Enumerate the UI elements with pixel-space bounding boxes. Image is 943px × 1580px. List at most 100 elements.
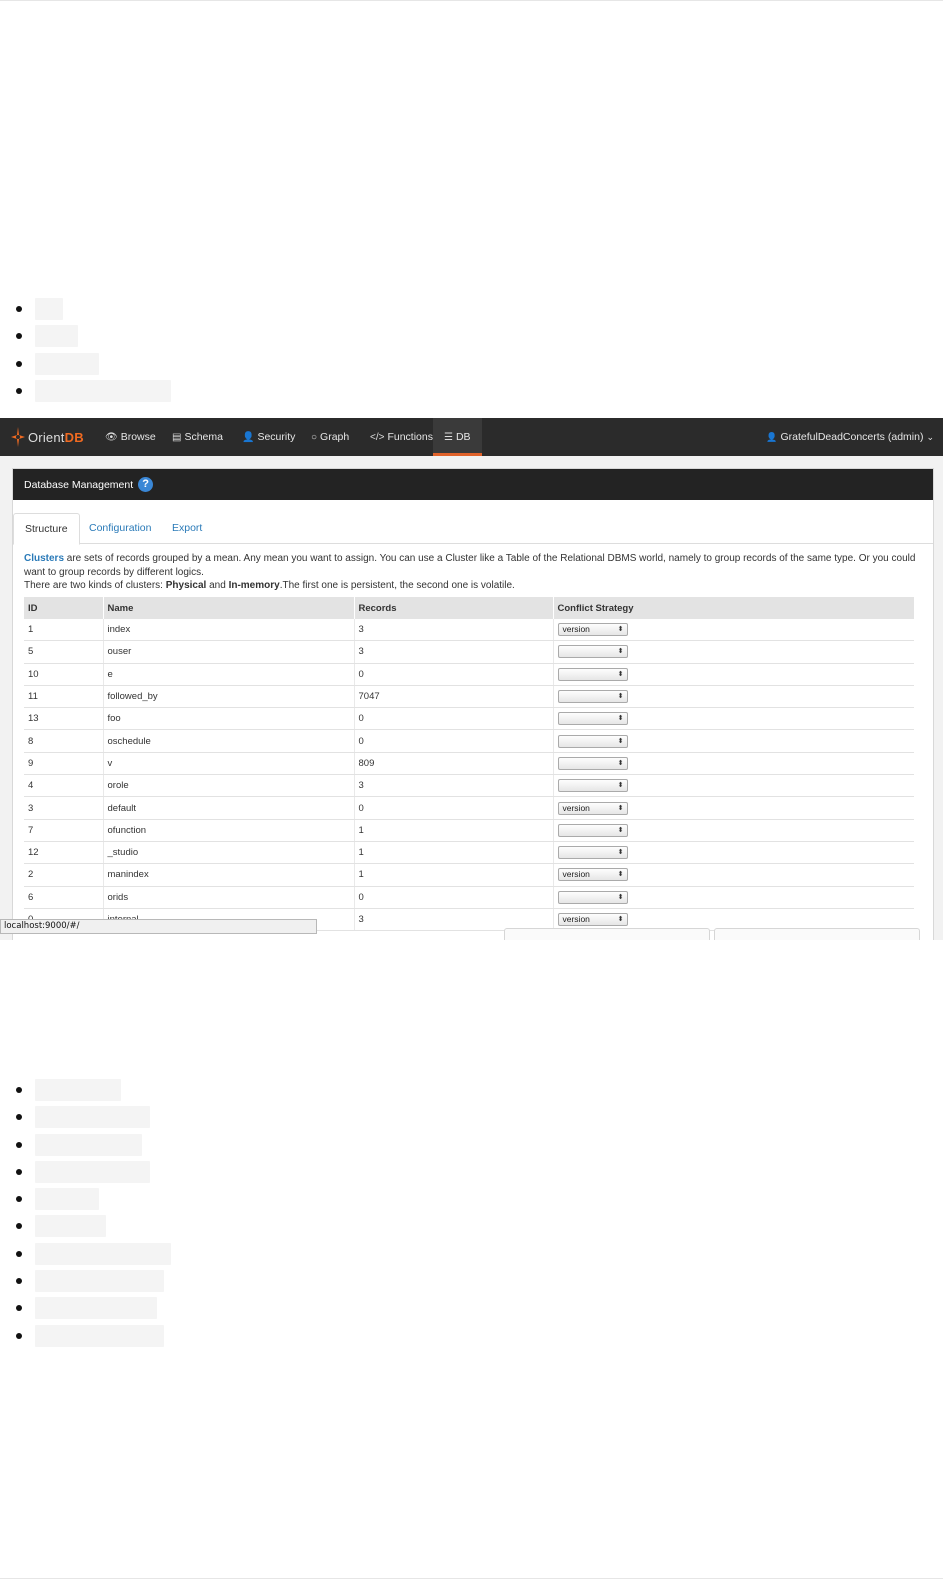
table-row[interactable]: 5 ouser 3 ⬍ — [24, 640, 914, 664]
cell-name: foo — [103, 707, 355, 731]
nav-schema[interactable]: ▤ Schema — [172, 418, 223, 456]
nav-db[interactable]: ☰ DB — [433, 418, 482, 456]
table-row[interactable]: 3 default 0 version ⬍ — [24, 796, 914, 820]
cell-id: 12 — [24, 841, 104, 865]
cell-id: 11 — [24, 685, 104, 709]
cell-conflict-strategy: version ⬍ — [553, 796, 914, 820]
nav-graph[interactable]: ○ Graph — [311, 418, 349, 456]
cell-conflict-strategy: ⬍ — [553, 663, 914, 686]
inmemory-label: In-memory — [228, 580, 280, 591]
select-arrow-icon: ⬍ — [617, 759, 624, 767]
table-row[interactable]: 13 foo 0 ⬍ — [24, 707, 914, 731]
cell-name: ofunction — [103, 819, 355, 842]
cell-name: _studio — [103, 841, 355, 865]
conflict-strategy-select[interactable]: ⬍ — [557, 779, 628, 793]
cell-records: 0 — [354, 886, 554, 909]
nav-label: Security — [257, 431, 296, 443]
conflict-strategy-select[interactable]: ⬍ — [557, 756, 628, 770]
orientdb-logo-icon — [11, 427, 25, 447]
nav-label: DB — [455, 431, 471, 443]
cell-records: 0 — [354, 663, 554, 686]
table-row[interactable]: 1 index 3 version ⬍ — [24, 619, 914, 642]
cell-records: 7047 — [354, 685, 554, 709]
orientdb-logo[interactable]: OrientDB — [10, 418, 84, 456]
user-icon: 👤 — [766, 431, 778, 442]
select-arrow-icon: ⬍ — [617, 782, 624, 790]
select-arrow-icon: ⬍ — [617, 871, 624, 879]
select-arrow-icon: ⬍ — [617, 849, 624, 857]
cell-name: orole — [103, 774, 355, 798]
cell-id: 8 — [24, 729, 104, 753]
cell-records: 0 — [354, 707, 554, 731]
conflict-strategy-select[interactable]: ⬍ — [557, 690, 628, 704]
tab-structure[interactable]: Structure — [13, 513, 80, 545]
nav-security[interactable]: 👤 Security — [242, 418, 295, 456]
nav-label: Functions — [387, 431, 433, 443]
select-arrow-icon: ⬍ — [617, 916, 624, 923]
cell-conflict-strategy: version ⬍ — [553, 619, 914, 642]
physical-label: Physical — [165, 580, 207, 591]
column-header-conflict-strategy[interactable]: Conflict Strategy — [553, 597, 914, 619]
conflict-strategy-select[interactable]: version ⬍ — [557, 868, 628, 882]
conflict-strategy-select[interactable]: ⬍ — [557, 890, 628, 904]
cell-id: 2 — [24, 863, 104, 887]
cell-name: e — [103, 663, 355, 686]
conflict-strategy-select[interactable]: ⬍ — [557, 645, 628, 659]
select-arrow-icon: ⬍ — [617, 826, 624, 834]
select-value: version — [562, 869, 590, 880]
table-row[interactable]: 6 orids 0 ⬍ — [24, 886, 914, 909]
conflict-strategy-select[interactable]: ⬍ — [557, 667, 628, 681]
table-row[interactable]: 11 followed_by 7047 ⬍ — [24, 685, 914, 709]
cell-conflict-strategy: version ⬍ — [553, 863, 914, 887]
database-icon: ☰ — [444, 431, 453, 443]
cell-records: 0 — [354, 796, 554, 820]
conflict-strategy-select[interactable]: ⬍ — [557, 823, 628, 837]
clusters-link[interactable]: Clusters — [24, 553, 64, 564]
footer-button[interactable] — [504, 928, 710, 940]
footer-button[interactable] — [714, 928, 920, 940]
conflict-strategy-select[interactable]: version ⬍ — [557, 623, 628, 637]
table-row[interactable]: 4 orole 3 ⬍ — [24, 774, 914, 798]
column-header-name[interactable]: Name — [103, 597, 355, 619]
tab-bar: Structure Configuration Export — [13, 513, 933, 545]
cell-conflict-strategy: ⬍ — [553, 886, 914, 909]
help-icon[interactable]: ? — [138, 477, 154, 492]
column-header-id[interactable]: ID — [24, 597, 104, 619]
cell-records: 1 — [354, 863, 554, 887]
tab-export[interactable]: Export — [161, 513, 213, 543]
table-header-row: ID Name Records Conflict Strategy — [24, 597, 914, 619]
table-row[interactable]: 9 v 809 ⬍ — [24, 752, 914, 776]
column-header-records[interactable]: Records — [354, 597, 554, 619]
table-row[interactable]: 12 _studio 1 ⬍ — [24, 841, 914, 865]
database-management-panel: Database Management ? Structure Configur… — [12, 468, 934, 940]
cell-name: orids — [103, 886, 355, 909]
nav-functions[interactable]: </> Functions — [370, 418, 433, 456]
user-menu[interactable]: 👤 GratefulDeadConcerts (admin) ⌄ — [766, 418, 934, 456]
conflict-strategy-select[interactable]: ⬍ — [557, 734, 628, 748]
conflict-strategy-select[interactable]: ⬍ — [557, 846, 628, 860]
conflict-strategy-select[interactable]: ⬍ — [557, 712, 628, 726]
cell-id: 7 — [24, 819, 104, 842]
clusters-description: Clusters are sets of records grouped by … — [13, 544, 933, 593]
conflict-strategy-select[interactable]: version ⬍ — [557, 801, 628, 815]
table-row[interactable]: 2 manindex 1 version ⬍ — [24, 863, 914, 887]
nav-browse[interactable]: 👁 Browse — [105, 418, 156, 456]
cell-conflict-strategy: ⬍ — [553, 752, 914, 776]
panel-header: Database Management ? — [13, 469, 933, 500]
table-row[interactable]: 8 oschedule 0 ⬍ — [24, 729, 914, 753]
cell-conflict-strategy: ⬍ — [553, 841, 914, 865]
tab-configuration[interactable]: Configuration — [78, 513, 162, 543]
select-value: version — [562, 624, 590, 635]
cell-conflict-strategy: ⬍ — [553, 729, 914, 753]
clusters-table: ID Name Records Conflict Strategy 1 index… — [24, 597, 914, 932]
table-row[interactable]: 7 ofunction 1 ⬍ — [24, 819, 914, 842]
cell-name: default — [103, 796, 355, 820]
cell-records: 809 — [354, 752, 554, 776]
cell-id: 5 — [24, 640, 104, 664]
conflict-strategy-select[interactable]: version ⬍ — [557, 913, 628, 926]
cell-id: 3 — [24, 796, 104, 820]
table-row[interactable]: 10 e 0 ⬍ — [24, 663, 914, 686]
cell-name: oschedule — [103, 729, 355, 753]
select-arrow-icon: ⬍ — [617, 804, 624, 812]
nav-label: Graph — [320, 431, 350, 443]
